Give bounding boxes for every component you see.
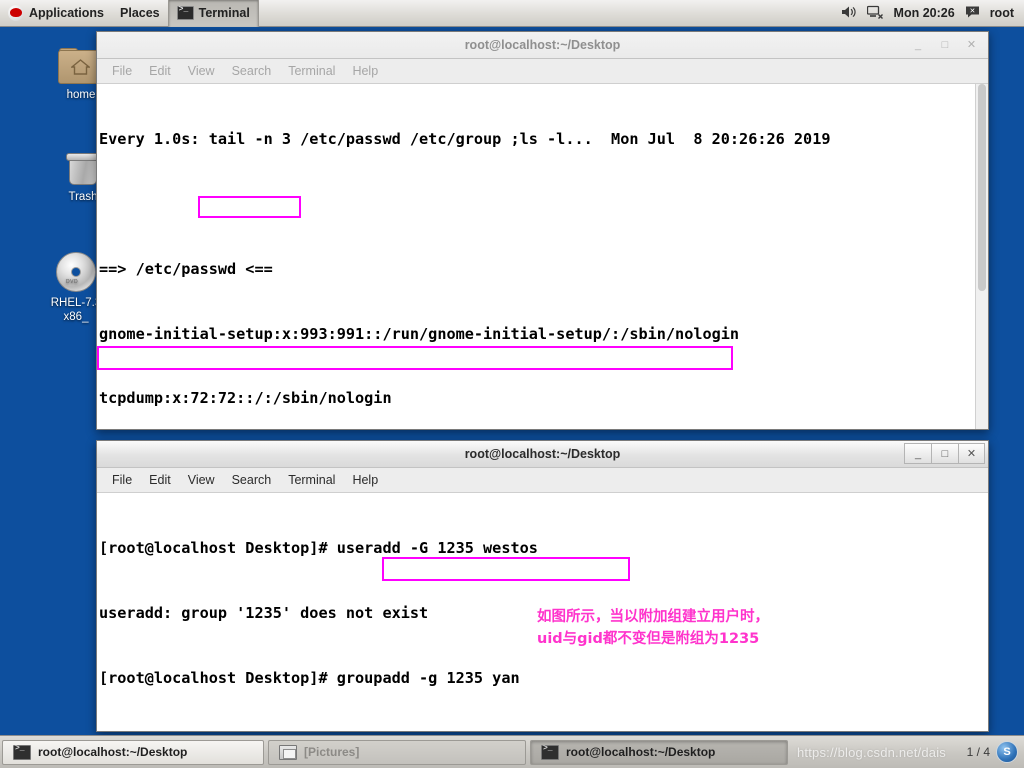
window2-title: root@localhost:~/Desktop (464, 447, 621, 461)
window2-controls: _ □ ✕ (904, 443, 985, 464)
menu-terminal[interactable]: Terminal (281, 62, 342, 80)
places-menu-label: Places (120, 6, 160, 20)
terminal-task-label: Terminal (198, 6, 250, 20)
terminal-line: gnome-initial-setup:x:993:991::/run/gnom… (99, 324, 740, 343)
menu-search[interactable]: Search (225, 471, 279, 489)
redhat-logo-icon (8, 5, 24, 21)
window1-terminal-output[interactable]: Every 1.0s: tail -n 3 /etc/passwd /etc/g… (97, 84, 988, 429)
menu-search[interactable]: Search (225, 62, 279, 80)
desktop-icon-home-label: home (66, 89, 96, 101)
chinese-annotation: 如图所示，当以附加组建立用户时， uid与gid都不变但是附组为1235 (537, 609, 769, 647)
picture-folder-icon (279, 744, 297, 760)
workspace-switcher[interactable]: 1 / 4 S (967, 741, 1024, 763)
menu-file[interactable]: File (105, 62, 139, 80)
volume-icon[interactable] (841, 5, 857, 22)
taskbar-item-pictures-label: [Pictures] (304, 745, 360, 759)
window1-controls: _ □ ✕ (904, 34, 985, 55)
westos-dir-highlight (97, 346, 733, 370)
applications-menu[interactable]: Applications (0, 0, 112, 27)
top-panel: Applications Places Terminal Mon 20:26 (0, 0, 1024, 27)
window2-close-button[interactable]: ✕ (958, 443, 985, 464)
menu-view[interactable]: View (181, 62, 222, 80)
notification-badge[interactable]: S (996, 741, 1018, 763)
window2-titlebar[interactable]: root@localhost:~/Desktop _ □ ✕ (97, 441, 988, 468)
window1-close-button[interactable]: ✕ (958, 34, 985, 55)
menu-terminal[interactable]: Terminal (281, 471, 342, 489)
window2-menubar: File Edit View Search Terminal Help (97, 468, 988, 493)
desktop-icon-rhel-dvd-label: RHEL-7.3 x86_ (50, 297, 102, 323)
terminal-window-task[interactable]: Terminal (167, 0, 259, 27)
window1-scrollbar[interactable] (975, 84, 988, 429)
useradd-command-highlight (382, 557, 630, 581)
bottom-panel: root@localhost:~/Desktop [Pictures] root… (0, 735, 1024, 768)
window2-maximize-button[interactable]: □ (931, 443, 958, 464)
window1-title: root@localhost:~/Desktop (464, 38, 621, 52)
terminal-icon (13, 744, 31, 760)
terminal-line: Every 1.0s: tail -n 3 /etc/passwd /etc/g… (99, 130, 831, 149)
window2-minimize-button[interactable]: _ (904, 443, 931, 464)
taskbar-item-pictures[interactable]: [Pictures] (268, 739, 526, 765)
window1-scrollbar-thumb[interactable] (978, 84, 986, 291)
menu-help[interactable]: Help (345, 471, 385, 489)
menu-edit[interactable]: Edit (142, 471, 178, 489)
user-label[interactable]: root (990, 6, 1014, 20)
taskbar-item-terminal-1[interactable]: root@localhost:~/Desktop (2, 739, 264, 765)
terminal-window-1[interactable]: root@localhost:~/Desktop _ □ ✕ File Edit… (96, 31, 989, 430)
applications-menu-label: Applications (29, 6, 105, 20)
workspace-label: 1 / 4 (966, 745, 990, 759)
menu-view[interactable]: View (181, 471, 222, 489)
desktop-icon-trash-label: Trash (68, 191, 98, 203)
terminal-icon (176, 5, 194, 20)
clock-label[interactable]: Mon 20:26 (894, 6, 955, 20)
places-menu[interactable]: Places (112, 0, 168, 27)
window2-terminal-output[interactable]: [root@localhost Desktop]# useradd -G 123… (97, 493, 988, 731)
dvd-disc-icon: DVD (54, 250, 98, 294)
menu-help[interactable]: Help (345, 62, 385, 80)
taskbar-item-terminal-2[interactable]: root@localhost:~/Desktop (530, 739, 788, 765)
terminal-line: ==> /etc/passwd <== (99, 259, 273, 278)
terminal-window-2[interactable]: root@localhost:~/Desktop _ □ ✕ File Edit… (96, 440, 989, 732)
network-disconnected-icon[interactable] (866, 5, 884, 22)
menu-edit[interactable]: Edit (142, 62, 178, 80)
terminal-line: [root@localhost Desktop]# groupadd -g 12… (99, 668, 520, 687)
window1-maximize-button[interactable]: □ (931, 34, 958, 55)
message-icon[interactable]: ✕ (965, 5, 980, 22)
terminal-line: [root@localhost Desktop]# useradd -G 123… (99, 539, 538, 558)
menu-file[interactable]: File (105, 471, 139, 489)
taskbar-item-terminal-2-label: root@localhost:~/Desktop (566, 745, 716, 759)
window1-menubar: File Edit View Search Terminal Help (97, 59, 988, 84)
terminal-icon (541, 744, 559, 760)
terminal-line: tcpdump:x:72:72::/:/sbin/nologin (99, 389, 392, 408)
svg-text:✕: ✕ (969, 7, 975, 14)
taskbar-item-terminal-1-label: root@localhost:~/Desktop (38, 745, 188, 759)
window1-titlebar[interactable]: root@localhost:~/Desktop _ □ ✕ (97, 32, 988, 59)
window1-minimize-button[interactable]: _ (904, 34, 931, 55)
